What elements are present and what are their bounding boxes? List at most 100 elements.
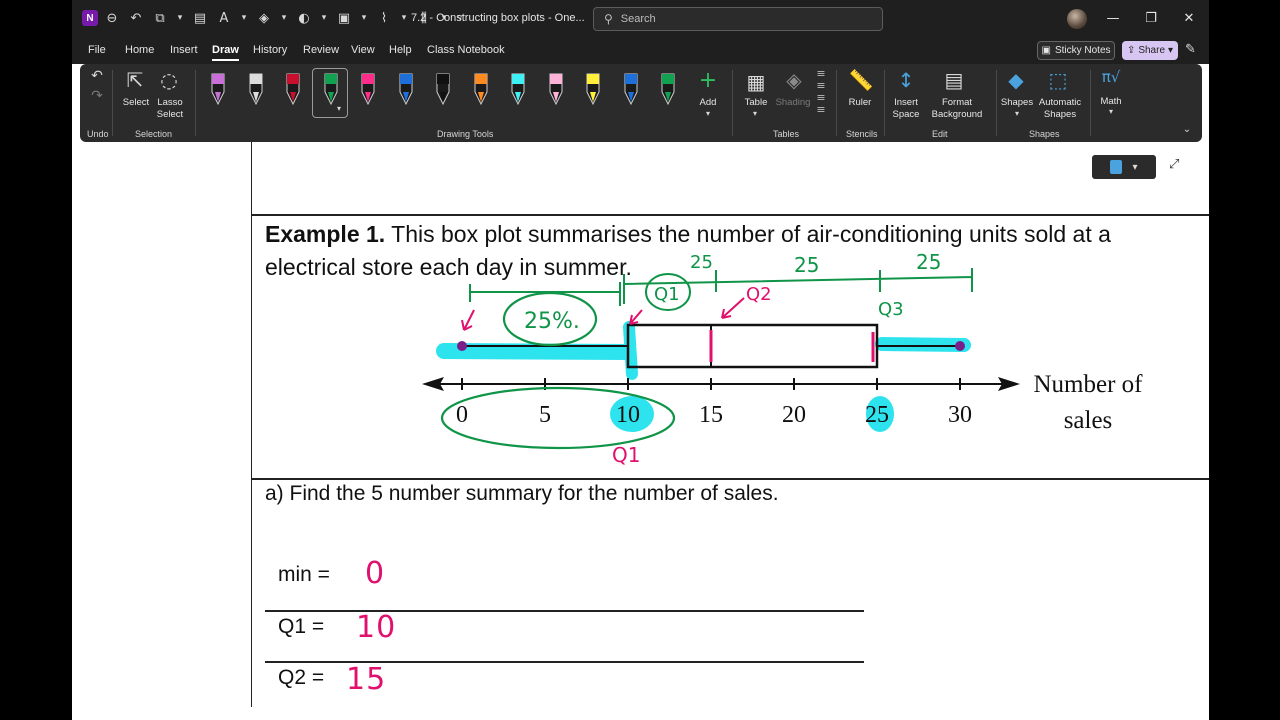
document-title: 7.2 - Constructing box plots - One... [411,12,585,24]
highlighter-icon[interactable]: ⌇ [374,8,394,28]
undo-icon[interactable]: ↶ [88,68,106,84]
share-button[interactable]: ⇪ Share ▾ [1122,41,1178,60]
fill-icon[interactable]: ◈ [254,8,274,28]
format-background-icon[interactable]: ▤ [942,68,966,92]
tab-review[interactable]: Review [303,44,339,56]
dock-icon[interactable]: ⧉ [150,8,170,28]
onenote-window: N ⊖ ↶ ⧉ ▾ ▤ A ▾ ◈ ▾ ◐ ▾ ▣ ▾ ⌇ ▾ ⫼ ▾ ▿ 7.… [72,0,1209,720]
chevron-down-icon[interactable]: ▾ [703,109,713,118]
onenote-logo-icon: N [82,10,98,26]
tab-view[interactable]: View [351,44,375,56]
tick-label: 20 [782,402,806,428]
shading-icon: ◈ [786,68,802,92]
insert-space-button[interactable]: Insert Space [886,97,926,121]
math-icon[interactable]: π√ [1098,68,1124,86]
min-point [457,341,467,351]
shapes-icon[interactable]: ◐ [294,8,314,28]
avatar[interactable] [1067,9,1087,29]
tables-group-label: Tables [773,129,800,139]
ruler-icon[interactable]: 📏 [848,68,874,92]
black-pen-icon[interactable] [431,70,455,110]
blue-pen-icon[interactable] [394,70,418,110]
automatic-shapes-button[interactable]: Automatic Shapes [1035,97,1085,121]
insert-space-icon[interactable]: ↕ [894,68,918,92]
font-color-icon[interactable]: A [214,8,234,28]
eraser-pen-icon[interactable] [206,70,230,110]
automatic-shapes-icon[interactable]: ⬚ [1046,68,1070,92]
tab-help[interactable]: Help [389,44,412,56]
close-icon[interactable]: ✕ [1179,8,1199,28]
back-icon[interactable]: ⊖ [102,8,122,28]
pen-mode-icon[interactable]: ✎ [1185,42,1203,60]
collapse-ribbon-icon[interactable]: ⌄ [1180,124,1194,135]
edit-group-label: Edit [932,129,948,139]
shapes-group-label: Shapes [1029,129,1060,139]
add-pen-button[interactable]: Add [692,97,724,109]
format-background-button[interactable]: Format Background [926,97,988,121]
chevron-down-icon[interactable]: ▾ [238,8,250,28]
ink-q3-label: Q3 [878,299,904,320]
minimize-icon[interactable]: — [1103,8,1123,28]
green-pencil-icon[interactable] [656,70,680,110]
redo-icon[interactable]: ↷ [88,88,106,104]
share-icon: ⇪ [1126,45,1136,56]
orange-highlighter-icon[interactable] [469,70,493,110]
chevron-down-icon[interactable]: ▾ [750,109,760,118]
tab-draw[interactable]: Draw [212,44,239,61]
lasso-select-button[interactable]: Lasso Select [152,97,188,121]
chevron-down-icon: ▾ [1168,45,1174,56]
chevron-down-icon[interactable]: ▾ [398,8,410,28]
title-bar: N ⊖ ↶ ⧉ ▾ ▤ A ▾ ◈ ▾ ◐ ▾ ▣ ▾ ⌇ ▾ ⫼ ▾ ▿ 7.… [72,0,1209,38]
notebook-page[interactable]: ▾ ⤢ Example 1. This box plot summarises … [72,142,1209,720]
pink-pen-icon[interactable] [356,70,380,110]
yellow-highlighter-icon[interactable] [581,70,605,110]
tab-class-notebook[interactable]: Class Notebook [427,44,505,56]
add-pen-icon[interactable]: + [696,68,720,93]
tick-label: 15 [699,402,723,428]
page-icon[interactable]: ▤ [190,8,210,28]
box [626,323,879,369]
box-plot-diagram: 0 5 10 15 20 25 30 Number of sales 25%. Q1 25 … [422,250,1143,467]
tab-insert[interactable]: Insert [170,44,198,56]
table-button[interactable]: Table [740,97,772,109]
shading-button: Shading [775,97,811,108]
selection-group-label: Selection [135,129,173,139]
draw-ribbon: ↶ ↷ Undo ⇱ Select ◌ Lasso Select Selecti… [80,64,1202,142]
blue-pencil-icon[interactable] [619,70,643,110]
sticky-notes-button[interactable]: ▣ Sticky Notes [1037,41,1115,60]
shapes-button[interactable]: Shapes [1000,97,1034,109]
restore-icon[interactable]: ❐ [1141,8,1161,28]
sticky-notes-label: Sticky Notes [1054,45,1111,56]
search-input[interactable]: ⚲ Search [593,7,883,31]
tab-home[interactable]: Home [125,44,154,56]
tab-file[interactable]: File [88,44,106,56]
text-pen-icon[interactable] [244,70,268,110]
green-pen-icon[interactable] [319,70,343,110]
tab-history[interactable]: History [253,44,287,56]
pink-highlighter-icon[interactable] [544,70,568,110]
undo-group-label: Undo [87,129,109,139]
tick-label: 0 [456,402,468,428]
shapes-icon[interactable]: ◆ [1004,68,1028,92]
table-options-icon[interactable]: ≡ ≡ ≡ ≡ [814,68,828,116]
ruler-button[interactable]: Ruler [844,97,876,109]
select-button[interactable]: Select [116,97,156,109]
chevron-down-icon[interactable]: ▾ [174,8,186,28]
whisker-right-highlight [875,337,971,352]
table-icon[interactable]: ▦ [744,70,768,94]
cyan-highlighter-icon[interactable] [506,70,530,110]
ink-arrow-q1 [629,309,643,325]
chevron-down-icon[interactable]: ▾ [278,8,290,28]
select-cursor-icon[interactable]: ⇱ [124,68,146,92]
chevron-down-icon[interactable]: ▾ [358,8,370,28]
chevron-down-icon[interactable]: ▾ [1106,107,1116,116]
search-icon: ⚲ [604,12,613,26]
ink-q1-label: Q1 [654,284,680,305]
lasso-icon[interactable]: ▣ [334,8,354,28]
tick-label: 25 [865,402,889,428]
undo-icon[interactable]: ↶ [126,8,146,28]
chevron-down-icon[interactable]: ▾ [1012,109,1022,118]
chevron-down-icon[interactable]: ▾ [318,8,330,28]
lasso-select-icon[interactable]: ◌ [156,68,182,92]
red-pen-icon[interactable] [281,70,305,110]
